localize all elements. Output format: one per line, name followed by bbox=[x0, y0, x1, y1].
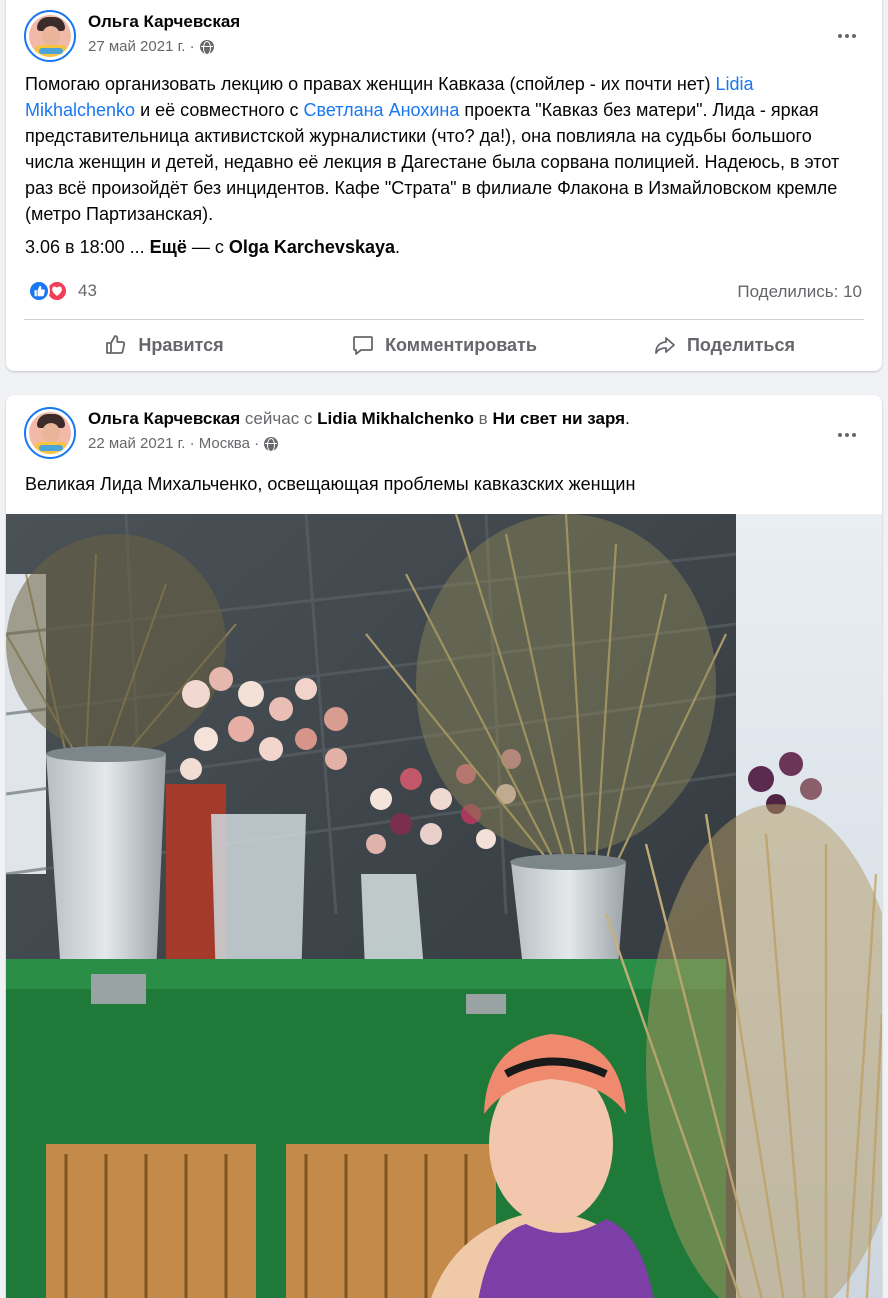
tagged-person-link[interactable]: Olga Karchevskaya bbox=[229, 237, 395, 257]
author-avatar[interactable] bbox=[24, 10, 76, 62]
like-reaction-icon bbox=[28, 280, 50, 302]
post-header: Ольга Карчевская 27 май 2021 г. · bbox=[24, 10, 240, 62]
globe-icon bbox=[199, 39, 214, 55]
share-button[interactable]: Поделиться bbox=[584, 326, 864, 364]
place-link[interactable]: Ни свет ни заря bbox=[492, 409, 625, 428]
more-options-button[interactable] bbox=[832, 425, 862, 445]
author-name[interactable]: Ольга Карчевская bbox=[88, 409, 240, 428]
post-text-more-line: 3.06 в 18:00 ... Ещё — с Olga Karchevska… bbox=[25, 237, 401, 257]
reaction-count: 43 bbox=[78, 281, 97, 300]
more-horizontal-icon bbox=[838, 433, 842, 437]
like-button[interactable]: Нравится bbox=[24, 326, 304, 364]
see-more-link[interactable]: Ещё bbox=[150, 237, 187, 257]
reactions-summary[interactable]: 43 bbox=[28, 280, 97, 302]
post-photo[interactable] bbox=[6, 514, 882, 1298]
like-label: Нравится bbox=[138, 334, 224, 355]
post-card-1: Ольга Карчевская 27 май 2021 г. · Помога… bbox=[6, 0, 882, 371]
comment-button[interactable]: Комментировать bbox=[304, 326, 584, 364]
post-meta: Ольга Карчевская 27 май 2021 г. · bbox=[88, 10, 240, 55]
post-date[interactable]: 22 май 2021 г. · Москва · bbox=[88, 435, 259, 452]
share-label: Поделиться bbox=[686, 334, 796, 355]
share-count[interactable]: Поделились: 10 bbox=[737, 282, 862, 302]
thumbs-up-icon bbox=[106, 335, 126, 354]
author-avatar[interactable] bbox=[24, 407, 76, 459]
post-header: Ольга Карчевская сейчас с Lidia Mikhalch… bbox=[24, 407, 630, 459]
more-options-button[interactable] bbox=[832, 26, 862, 46]
author-name[interactable]: Ольга Карчевская bbox=[88, 12, 240, 31]
post-text: Помогаю организовать лекцию о правах жен… bbox=[25, 74, 840, 224]
post-date[interactable]: 27 май 2021 г. · bbox=[88, 38, 195, 55]
comment-icon bbox=[353, 336, 373, 355]
post-meta: Ольга Карчевская сейчас с Lidia Mikhalch… bbox=[88, 409, 630, 452]
share-arrow-icon bbox=[655, 337, 675, 354]
divider bbox=[24, 319, 864, 320]
globe-icon bbox=[264, 436, 279, 452]
comment-label: Комментировать bbox=[385, 334, 537, 355]
mention-link[interactable]: Светлана Анохина bbox=[303, 100, 459, 120]
post-actions: Нравится Комментировать Поделиться bbox=[24, 326, 864, 364]
post-card-2: Ольга Карчевская сейчас с Lidia Mikhalch… bbox=[6, 395, 882, 1298]
with-person-link[interactable]: Lidia Mikhalchenko bbox=[317, 409, 474, 428]
more-horizontal-icon bbox=[838, 34, 842, 38]
post-text: Великая Лида Михальченко, освещающая про… bbox=[25, 474, 636, 494]
